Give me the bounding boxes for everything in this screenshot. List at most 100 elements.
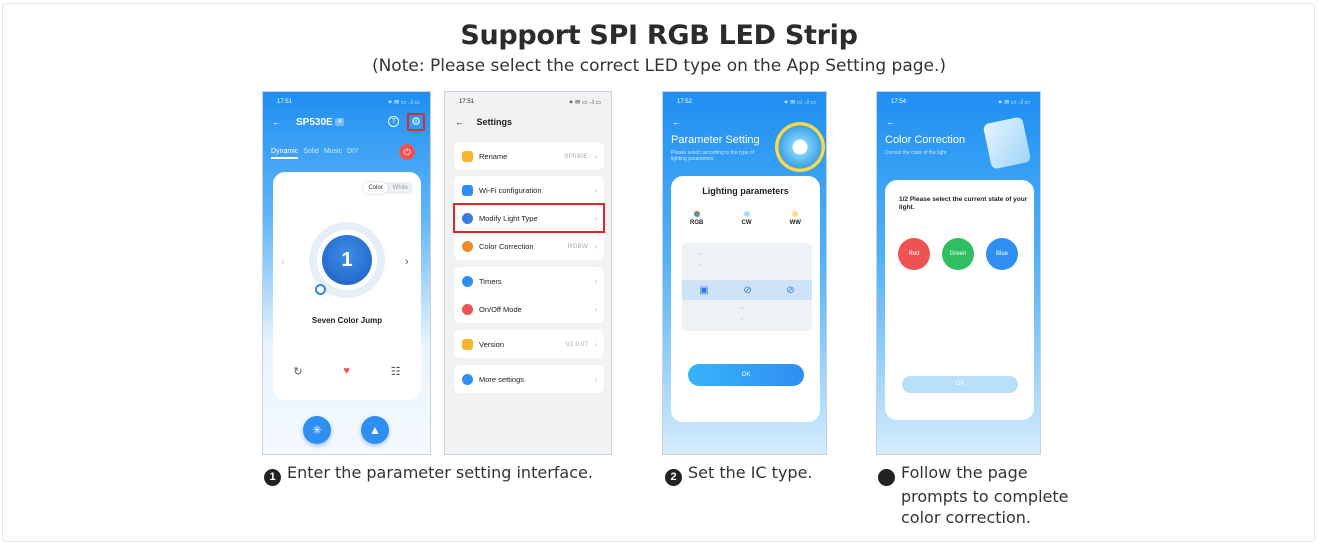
lighting-parameters-title: Lighting parameters xyxy=(702,186,789,196)
toggle-color[interactable]: Color xyxy=(363,182,388,194)
cw-icon xyxy=(743,211,750,217)
device-badge: 4 xyxy=(335,118,345,126)
version-icon xyxy=(462,338,473,350)
setting-label: Color Correction xyxy=(479,241,534,251)
light-button[interactable]: ✳ xyxy=(303,416,331,444)
device-name: SP530E xyxy=(296,117,333,128)
status-icons: ✶ ✉ ▭ ₋l ▭ xyxy=(387,100,420,106)
setting-value: RGBW xyxy=(567,242,588,250)
setting-onoff-mode[interactable]: On/Off Mode › xyxy=(454,295,604,323)
edit-list-icon[interactable]: ☷ xyxy=(391,365,401,378)
setting-label: On/Off Mode xyxy=(479,304,522,314)
status-bar: 17:51 ✶ ✉ ▭ ₋l ▭ xyxy=(277,99,420,106)
none-icon: ⊘ xyxy=(743,284,752,296)
settings-group-1: Rename SP530E › xyxy=(454,142,604,170)
color-white-toggle[interactable]: Color White xyxy=(363,182,413,194)
setting-label: Version xyxy=(479,339,505,349)
settings-gear-icon[interactable]: ⚙ xyxy=(407,113,425,131)
status-bar: 17:52 ✶ ✉ ▭ ₋l ▭ xyxy=(677,99,816,106)
picker-selected-row[interactable]: ▣ ⊘ ⊘ xyxy=(682,280,812,300)
help-icon[interactable]: ? xyxy=(388,116,399,127)
chip-icon: ▣ xyxy=(699,284,709,296)
type-ww: WW xyxy=(790,211,801,226)
favorite-heart-icon[interactable]: ♥ xyxy=(343,365,350,378)
chevron-right-icon: › xyxy=(594,276,597,286)
mode-actions: ↻ ♥ ☷ xyxy=(273,365,421,378)
picker-option-icons: ▫ ▫ xyxy=(698,251,701,269)
parameter-setting-subtitle: Please select according to the type of l… xyxy=(671,150,755,162)
ok-button-disabled[interactable]: OK xyxy=(902,376,1018,393)
tab-dynamic[interactable]: Dynamic xyxy=(271,148,299,159)
more-icon xyxy=(462,373,473,385)
back-arrow-icon[interactable]: ← xyxy=(272,117,281,127)
toggle-white[interactable]: White xyxy=(388,182,413,194)
chevron-right-icon: › xyxy=(594,213,597,223)
chevron-right-icon: › xyxy=(594,339,597,349)
page-subtitle: (Note: Please select the correct LED typ… xyxy=(371,56,947,76)
tab-music[interactable]: Music xyxy=(324,148,342,159)
tab-solid[interactable]: Solid xyxy=(303,148,319,159)
type-cw: CW xyxy=(742,211,752,226)
loop-icon[interactable]: ↻ xyxy=(293,365,302,378)
settings-title: Settings xyxy=(476,117,513,127)
dial-knob[interactable] xyxy=(315,284,326,295)
light-type-columns: RGB CW WW xyxy=(671,211,820,226)
status-icons: ✶ ✉ ▭ ₋l ▭ xyxy=(568,100,601,106)
phone-screenshot-color-correction: 17:54 ✶ ✉ ▭ ₋l ▭ ← Color Correction Corr… xyxy=(876,91,1041,455)
color-correction-subtitle: Correct the color of the light xyxy=(885,150,947,156)
setting-label: More settings xyxy=(479,374,525,384)
setting-modify-light-type[interactable]: Modify Light Type › xyxy=(453,203,605,233)
setting-version[interactable]: Version V2.0.07 › xyxy=(454,330,604,358)
step-number: 2 xyxy=(665,469,682,486)
settings-header: ← Settings xyxy=(455,117,512,127)
caption-step-3: 3 Follow the page prompts to complete col… xyxy=(872,462,1078,528)
back-arrow-icon[interactable]: ← xyxy=(672,117,681,127)
green-button[interactable]: Green xyxy=(942,238,974,270)
prev-mode-chevron-icon[interactable]: ‹ xyxy=(281,256,285,268)
ic-type-picker[interactable]: ▫ ▫ ▣ ⊘ ⊘ ▫ ▫ xyxy=(682,243,812,331)
type-label: WW xyxy=(789,220,801,226)
drop-icon xyxy=(462,240,473,252)
chevron-right-icon: › xyxy=(594,241,597,251)
tab-diy[interactable]: DIY xyxy=(347,148,359,159)
figure-frame xyxy=(2,3,1315,542)
picker-option-icons: ▫ ▫ xyxy=(740,305,743,323)
caption-text: Follow the page prompts to complete colo… xyxy=(901,463,1069,527)
setting-timers[interactable]: Timers › xyxy=(454,267,604,295)
ww-icon xyxy=(792,211,799,217)
ok-button[interactable]: OK xyxy=(688,364,804,386)
correction-question: 1/2 Please select the current state of y… xyxy=(899,196,1028,211)
page-title: Support SPI RGB LED Strip xyxy=(460,20,858,51)
setting-rename[interactable]: Rename SP530E › xyxy=(454,142,604,170)
setting-value: SP530E xyxy=(564,152,588,160)
parameter-setting-title: Parameter Setting xyxy=(671,134,760,146)
mode-name: Seven Color Jump xyxy=(311,316,383,325)
next-mode-chevron-icon[interactable]: › xyxy=(405,256,409,268)
blue-button[interactable]: Blue xyxy=(986,238,1018,270)
setting-wifi[interactable]: Wi-Fi configuration › xyxy=(454,176,604,204)
settings-group-3: Timers › On/Off Mode › xyxy=(454,267,604,323)
rgb-icon xyxy=(693,211,700,217)
setting-color-correction[interactable]: Color Correction RGBW › xyxy=(454,232,604,260)
bulb-icon xyxy=(462,212,473,224)
setting-value: V2.0.07 xyxy=(565,340,588,348)
settings-group-5: More settings › xyxy=(454,365,604,393)
scene-button[interactable]: ▲ xyxy=(361,416,389,444)
parameter-illustration-icon xyxy=(775,122,825,172)
status-icons: ✶ ✉ ▭ ₋l ▭ xyxy=(997,100,1030,106)
status-time: 17:54 xyxy=(891,99,907,105)
red-button[interactable]: Red xyxy=(898,238,930,270)
color-correction-title: Color Correction xyxy=(885,134,966,146)
settings-group-4: Version V2.0.07 › xyxy=(454,330,604,358)
chevron-right-icon: › xyxy=(594,304,597,314)
status-time: 17:51 xyxy=(277,99,293,105)
status-icons: ✶ ✉ ▭ ₋l ▭ xyxy=(783,100,816,106)
chevron-right-icon: › xyxy=(594,151,597,161)
type-label: RGB xyxy=(690,220,704,226)
back-arrow-icon[interactable]: ← xyxy=(886,117,895,127)
chevron-right-icon: › xyxy=(594,374,597,384)
phone-screenshot-home: 17:51 ✶ ✉ ▭ ₋l ▭ ← SP530E 4 ? ⚙ Dynamic … xyxy=(262,91,431,455)
setting-more[interactable]: More settings › xyxy=(454,365,604,393)
back-arrow-icon[interactable]: ← xyxy=(455,117,464,127)
power-button[interactable]: ⏻ xyxy=(399,144,415,160)
